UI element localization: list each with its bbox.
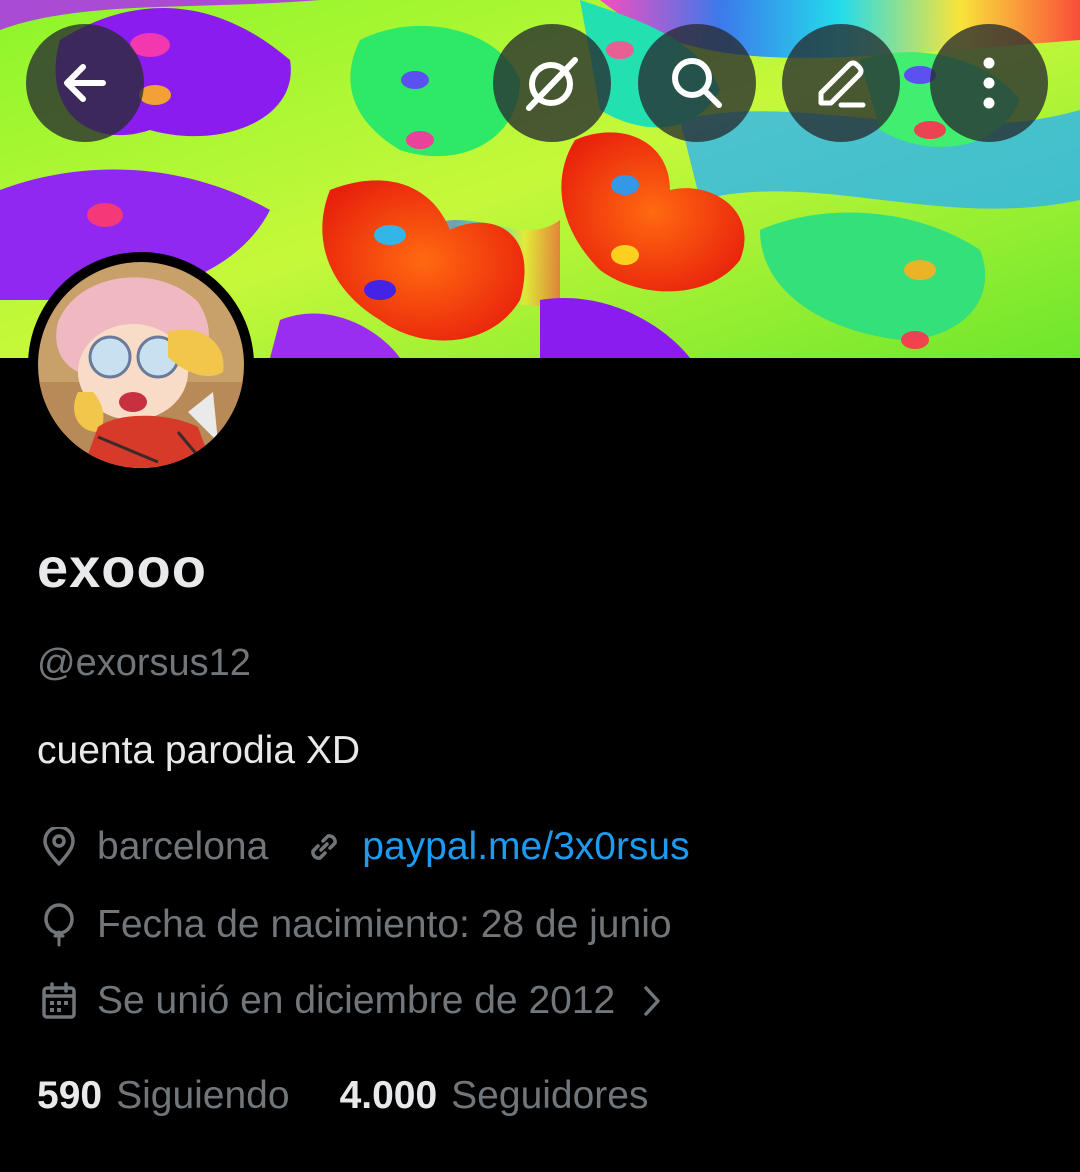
avatar-ring	[28, 252, 254, 478]
back-button[interactable]	[26, 24, 144, 142]
profile-location: barcelona	[97, 825, 269, 868]
location-pin-icon	[37, 825, 81, 869]
more-options-button[interactable]	[930, 24, 1048, 142]
more-vertical-icon	[983, 57, 995, 109]
edit-button[interactable]	[782, 24, 900, 142]
profile-meta-birthday-row: Fecha de nacimiento: 28 de junio	[37, 900, 672, 950]
following-stat-link[interactable]: 590 Siguiendo	[37, 1070, 290, 1122]
username-handle: @exorsus12	[37, 642, 251, 684]
edit-pencil-icon	[818, 60, 866, 108]
link-icon	[302, 825, 346, 869]
avatar-image	[38, 262, 244, 468]
followers-stat-link[interactable]: 4.000 Seguidores	[340, 1070, 649, 1122]
profile-birthday: Fecha de nacimiento: 28 de junio	[97, 903, 672, 946]
followers-label: Seguidores	[451, 1074, 649, 1117]
avatar[interactable]	[38, 262, 244, 468]
grok-button[interactable]	[493, 24, 611, 142]
profile-joined-date: Se unió en diciembre de 2012	[97, 979, 616, 1022]
chevron-right-icon	[641, 983, 663, 1019]
grok-icon	[526, 57, 578, 111]
arrow-left-icon	[64, 64, 106, 102]
display-name: exooo	[37, 536, 207, 599]
search-button[interactable]	[638, 24, 756, 142]
profile-meta-joined-row[interactable]: Se unió en diciembre de 2012	[37, 976, 663, 1026]
profile-meta-location-row: barcelona paypal.me/3x0rsus	[37, 822, 690, 872]
profile-website[interactable]: paypal.me/3x0rsus	[302, 822, 690, 872]
calendar-icon	[37, 979, 81, 1023]
joined-date-button[interactable]: Se unió en diciembre de 2012	[37, 976, 663, 1026]
website-link[interactable]: paypal.me/3x0rsus	[362, 822, 689, 872]
following-count: 590	[37, 1074, 103, 1117]
follow-stats: 590 Siguiendo 4.000 Seguidores	[37, 1070, 648, 1122]
following-label: Siguiendo	[116, 1074, 290, 1117]
followers-count: 4.000	[339, 1074, 438, 1117]
balloon-icon	[37, 903, 81, 947]
search-icon	[672, 58, 722, 108]
profile-bio: cuenta parodia XD	[37, 729, 361, 772]
